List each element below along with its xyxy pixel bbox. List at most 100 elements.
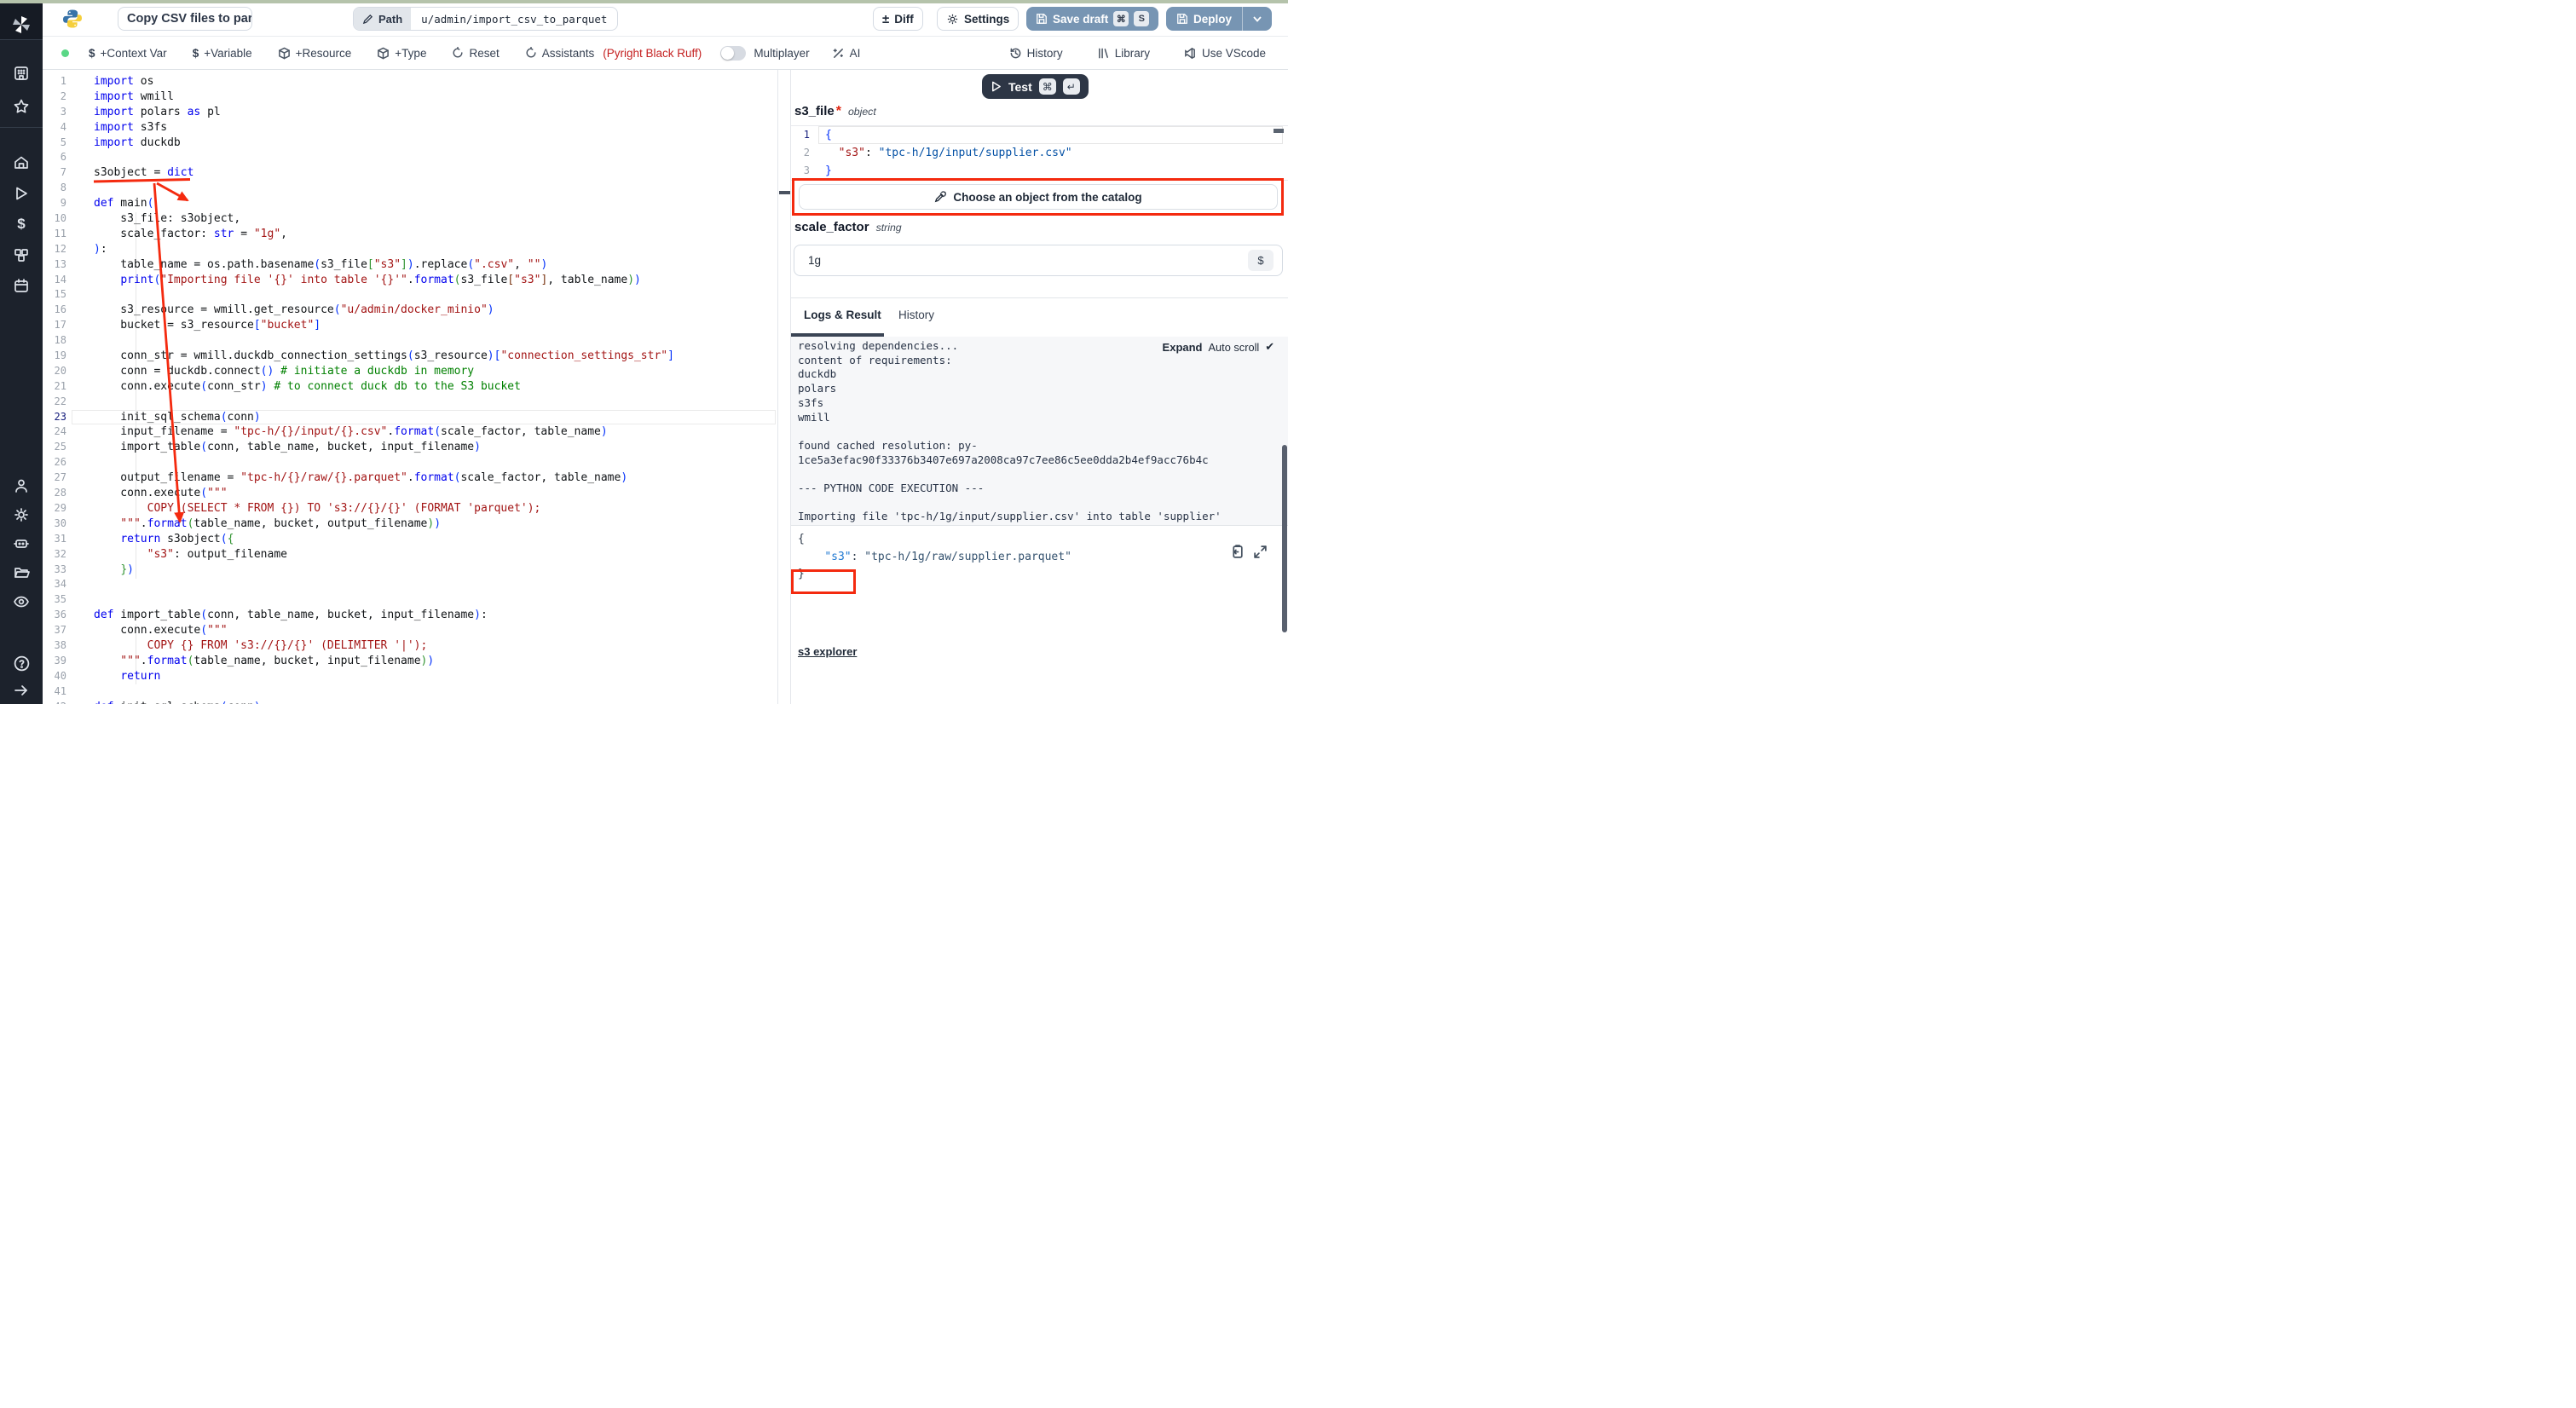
sidebar-item-collapse[interactable] [0, 677, 43, 704]
code-line[interactable]: 25 import_table(conn, table_name, bucket… [43, 440, 777, 455]
code-line[interactable]: 2import wmill [43, 89, 777, 105]
code-line[interactable]: 3import polars as pl [43, 105, 777, 120]
code-line[interactable]: 37 conn.execute(""" [43, 623, 777, 638]
code-line[interactable]: 24 input_filename = "tpc-h/{}/input/{}.c… [43, 424, 777, 440]
code-line[interactable]: 28 conn.execute(""" [43, 486, 777, 501]
code-line[interactable]: 21 conn.execute(conn_str) # to connect d… [43, 379, 777, 395]
code-line[interactable]: 16 s3_resource = wmill.get_resource("u/a… [43, 303, 777, 318]
code-line[interactable]: 34 [43, 577, 777, 592]
code-line[interactable]: 12): [43, 242, 777, 257]
deploy-dropdown-button[interactable] [1243, 7, 1272, 31]
code-line[interactable]: 40 return [43, 669, 777, 684]
code-line[interactable]: 5import duckdb [43, 136, 777, 151]
sidebar-item-user[interactable] [0, 472, 43, 499]
code-line[interactable]: 26 [43, 455, 777, 470]
code-line[interactable]: 11 scale_factor: str = "1g", [43, 227, 777, 242]
code-line[interactable]: 13 table_name = os.path.basename(s3_file… [43, 257, 777, 273]
code-line[interactable]: 8 [43, 181, 777, 196]
json-editor-line[interactable]: 2 "s3": "tpc-h/1g/input/supplier.csv" [791, 144, 1288, 162]
copy-to-clipboard-icon[interactable] [1230, 545, 1245, 559]
code-line[interactable]: 22 [43, 395, 777, 410]
sidebar-item-home[interactable] [0, 149, 43, 176]
code-line[interactable]: 6 [43, 150, 777, 165]
library-button[interactable]: Library [1097, 47, 1150, 60]
code-line[interactable]: 29 COPY (SELECT * FROM {}) TO 's3://{}/{… [43, 501, 777, 516]
code-line[interactable]: 9def main( [43, 196, 777, 211]
sidebar-item-help[interactable] [0, 649, 43, 677]
use-vscode-button[interactable]: Use VScode [1184, 47, 1266, 60]
code-line[interactable]: 15 [43, 287, 777, 303]
deploy-button[interactable]: Deploy [1166, 7, 1242, 31]
path-control[interactable]: Path u/admin/import_csv_to_parquet [353, 7, 618, 31]
insert-variable-button[interactable]: $ [1248, 250, 1274, 271]
code-line[interactable]: 19 conn_str = wmill.duckdb_connection_se… [43, 349, 777, 364]
add-variable-label: +Variable [204, 47, 251, 60]
code-line[interactable]: 39 """.format(table_name, bucket, input_… [43, 654, 777, 669]
add-variable-button[interactable]: $ +Variable [193, 47, 252, 60]
save-draft-button[interactable]: Save draft ⌘ S [1026, 7, 1158, 31]
code-line[interactable]: 32 "s3": output_filename [43, 547, 777, 563]
add-resource-button[interactable]: +Resource [278, 47, 352, 60]
settings-button[interactable]: Settings [937, 7, 1019, 31]
scale-factor-input[interactable] [794, 245, 1283, 276]
expand-result-icon[interactable] [1253, 545, 1268, 559]
history-button[interactable]: History [1009, 47, 1063, 60]
panel-splitter[interactable] [777, 70, 791, 704]
code-line[interactable]: 1import os [43, 74, 777, 89]
sidebar-item-workers[interactable] [0, 530, 43, 557]
code-line[interactable]: 42def init_sql_schema(conn): [43, 700, 777, 704]
code-line[interactable]: 36def import_table(conn, table_name, buc… [43, 608, 777, 623]
code-line[interactable]: 4import s3fs [43, 120, 777, 136]
code-line[interactable]: 31 return s3object({ [43, 532, 777, 547]
sidebar-item-runs[interactable] [0, 180, 43, 207]
test-button[interactable]: Test ⌘ ↵ [982, 74, 1089, 99]
code-line[interactable]: 14 print("Importing file '{}' into table… [43, 273, 777, 288]
sidebar-item-resources[interactable] [0, 241, 43, 268]
tab-history[interactable]: History [898, 309, 934, 321]
add-type-button[interactable]: +Type [377, 47, 426, 60]
json-editor-line[interactable]: 1{ [791, 126, 1288, 144]
add-context-var-button[interactable]: $ +Context Var [89, 47, 167, 60]
path-value: u/admin/import_csv_to_parquet [411, 8, 617, 30]
windmill-logo-icon[interactable] [0, 11, 43, 38]
code-line[interactable]: 23 init_sql_schema(conn) [43, 410, 777, 425]
choose-object-button[interactable]: Choose an object from the catalog [799, 184, 1278, 210]
code-line[interactable]: 30 """.format(table_name, bucket, output… [43, 516, 777, 532]
tab-logs-result[interactable]: Logs & Result [804, 309, 881, 321]
panel-scrollbar[interactable] [1282, 445, 1287, 632]
code-line[interactable]: 17 bucket = s3_resource["bucket"] [43, 318, 777, 333]
ai-button[interactable]: AI [832, 47, 861, 60]
s3-file-json-editor[interactable]: 1{2 "s3": "tpc-h/1g/input/supplier.csv"3… [791, 125, 1288, 181]
sidebar-item-favorites[interactable] [0, 93, 43, 120]
s3-explorer-link[interactable]: s3 explorer [798, 645, 857, 658]
sidebar-item-variables[interactable]: $ [0, 211, 43, 238]
code-line[interactable]: 10 s3_file: s3object, [43, 211, 777, 227]
code-line[interactable]: 41 [43, 684, 777, 700]
code-editor[interactable]: 1import os2import wmill3import polars as… [43, 70, 777, 704]
json-editor-line[interactable]: 3} [791, 162, 1288, 180]
code-line[interactable]: 7s3object = dict [43, 165, 777, 181]
chevron-down-icon [1252, 14, 1262, 24]
code-line[interactable]: 33 }) [43, 563, 777, 578]
sidebar-item-folders[interactable] [0, 559, 43, 586]
code-line[interactable]: 18 [43, 333, 777, 349]
code-line[interactable]: 27 output_filename = "tpc-h/{}/raw/{}.pa… [43, 470, 777, 486]
diff-button[interactable]: ± Diff [873, 7, 923, 31]
history-clock-icon [1009, 47, 1022, 60]
sidebar-item-schedules[interactable] [0, 272, 43, 299]
sidebar-item-audit-logs[interactable] [0, 588, 43, 615]
code-line[interactable]: 35 [43, 592, 777, 608]
autoscroll-checkbox[interactable]: ✔ [1265, 340, 1274, 354]
sidebar-item-settings[interactable] [0, 501, 43, 528]
test-label: Test [1008, 80, 1032, 94]
result-line: "s3": "tpc-h/1g/raw/supplier.parquet" [798, 549, 1071, 567]
code-line[interactable]: 38 COPY {} FROM 's3://{}/{}' (DELIMITER … [43, 638, 777, 654]
sidebar-item-workspace[interactable] [0, 60, 43, 87]
reset-button[interactable]: Reset [452, 47, 499, 60]
assistants-button[interactable]: Assistants [525, 47, 595, 60]
multiplayer-toggle[interactable] [720, 46, 746, 61]
code-line[interactable]: 20 conn = duckdb.connect() # initiate a … [43, 364, 777, 379]
expand-logs-button[interactable]: Expand [1163, 341, 1203, 354]
logs-pane[interactable]: Expand Auto scroll ✔ resolving dependenc… [791, 337, 1288, 525]
script-title-input[interactable] [118, 7, 252, 31]
